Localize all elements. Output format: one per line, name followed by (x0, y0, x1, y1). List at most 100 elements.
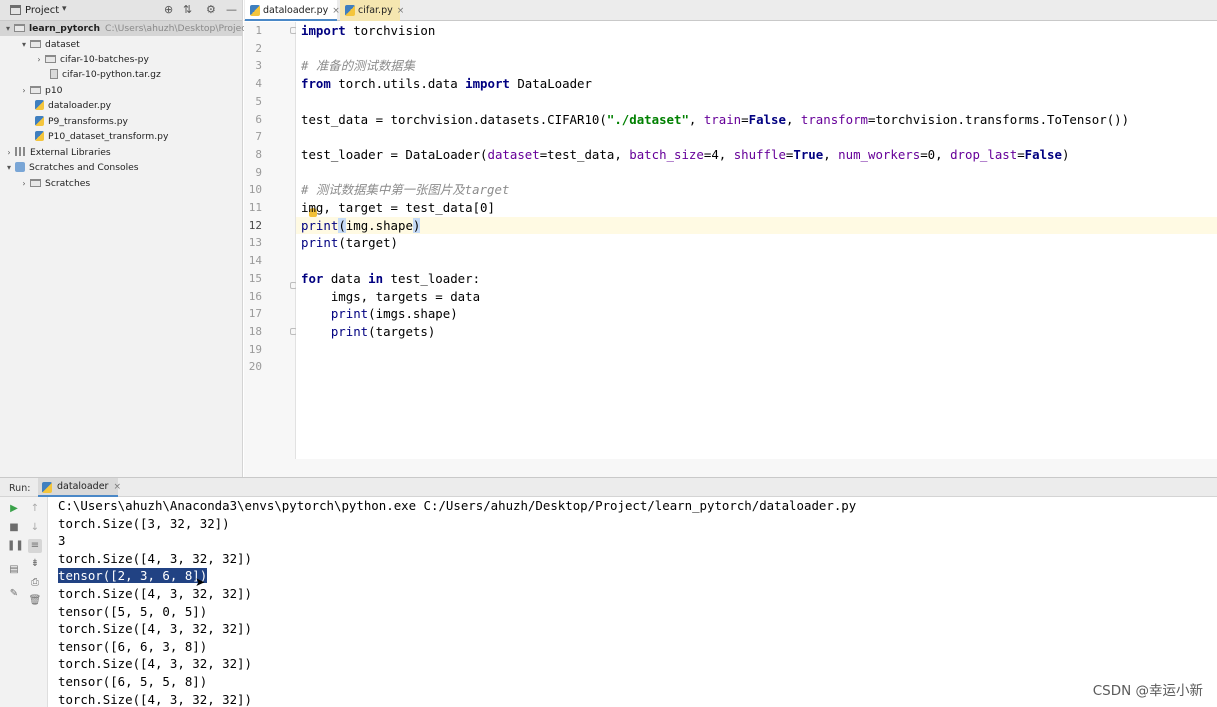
chevron-right-icon[interactable]: › (3, 145, 15, 160)
code-builtin: print (301, 217, 339, 233)
code-builtin: print (330, 306, 369, 322)
tab-label: cifar.py (358, 5, 393, 16)
code-token: imgs, targets = data (301, 288, 481, 304)
code-editor[interactable]: import torchvision # 准备的测试数据集 from torch… (296, 22, 1217, 459)
code-line-3: # 准备的测试数据集 (301, 57, 415, 74)
tree-item-label: Scratches and Consoles (29, 162, 139, 173)
tree-item-learn-pytorch[interactable]: ▾ learn_pytorch C:\Users\ahuzh\Desktop\Pro… (0, 21, 261, 36)
tree-item-label: P10_dataset_transform.py (48, 131, 169, 142)
code-param: drop_last (950, 146, 1018, 162)
print-icon[interactable]: ⎙ (28, 576, 42, 590)
selected-text[interactable]: tensor([2, 3, 6, 8]) (58, 568, 208, 584)
run-panel-header: Run: dataloader × (0, 477, 1217, 497)
python-file-icon (250, 5, 260, 16)
folder-icon (30, 86, 41, 94)
python-file-icon (345, 5, 355, 16)
chevron-right-icon[interactable]: › (33, 52, 45, 67)
code-token: from (301, 76, 331, 92)
chevron-right-icon[interactable]: › (18, 176, 30, 191)
arrow-up-icon[interactable]: ↑ (28, 502, 42, 516)
code-token: (targets) (368, 323, 436, 339)
line-number: 11 (248, 201, 262, 214)
folder-icon (45, 55, 56, 63)
arrow-down-icon[interactable]: ↓ (28, 521, 42, 535)
tree-item-dataset[interactable]: ▾ dataset (18, 37, 80, 52)
code-token: import (301, 23, 346, 38)
matched-brace: ) (412, 217, 421, 233)
project-view-selector[interactable]: Project (25, 5, 59, 16)
chevron-down-icon[interactable]: ▾ (3, 160, 15, 175)
code-token: import (465, 76, 510, 92)
scroll-to-end-icon[interactable]: ⇟ (28, 557, 42, 571)
chevron-right-icon[interactable]: › (18, 83, 30, 98)
run-tab-dataloader[interactable]: dataloader × (38, 478, 121, 497)
soft-wrap-icon[interactable]: ≡ (28, 539, 42, 553)
tree-item-p9-transforms-py[interactable]: P9_transforms.py (35, 114, 128, 129)
console-line: torch.Size([4, 3, 32, 32]) (58, 550, 252, 566)
console-line: tensor([6, 6, 3, 8]) (58, 638, 208, 654)
code-token: , (785, 111, 801, 127)
line-number: 8 (255, 147, 262, 161)
python-file-icon (42, 482, 52, 493)
code-token: = (741, 111, 749, 127)
console-line-selected[interactable]: tensor([2, 3, 6, 8]) (58, 567, 208, 585)
scratches-icon (15, 162, 25, 172)
tree-item-cifar-10-batches-py[interactable]: › cifar-10-batches-py (33, 52, 149, 67)
code-token: img.shape (345, 217, 413, 233)
rerun-icon[interactable]: ▶ (7, 502, 21, 516)
tree-item-p10[interactable]: › p10 (18, 83, 63, 98)
collapse-all-icon[interactable]: ⇅ (183, 4, 192, 16)
stop-icon[interactable]: ■ (7, 521, 21, 535)
gear-icon[interactable]: ⚙ (206, 4, 216, 16)
line-number: 16 (248, 289, 262, 303)
console-output[interactable]: C:\Users\ahuzh\Anaconda3\envs\pytorch\py… (49, 497, 1217, 707)
pause-icon[interactable]: ❚❚ (7, 539, 24, 553)
code-token: data (323, 270, 369, 286)
tree-item-label: dataset (45, 39, 80, 50)
locate-icon[interactable]: ⊕ (164, 4, 173, 16)
tree-item-label: p10 (45, 85, 63, 96)
folder-icon (14, 24, 25, 32)
line-number: 10 (248, 183, 262, 197)
code-line-13: print(target) (301, 234, 398, 251)
chevron-down-icon[interactable]: ▾ (18, 37, 30, 52)
line-number: 1 (255, 24, 262, 37)
code-token: = (1017, 146, 1025, 162)
code-token: , (688, 111, 704, 127)
hide-panel-icon[interactable]: — (226, 4, 237, 16)
line-number: 13 (248, 236, 262, 250)
line-number: 17 (248, 307, 262, 321)
console-line: tensor([5, 5, 0, 5]) (58, 603, 208, 619)
line-number: 18 (248, 324, 262, 338)
code-builtin: print (330, 323, 369, 339)
pin-icon[interactable]: ✎ (7, 587, 21, 601)
tab-dataloader-py[interactable]: dataloader.py × (245, 0, 340, 21)
tree-item-scratches[interactable]: › Scratches (18, 176, 90, 191)
chevron-down-icon[interactable]: ▾ (2, 21, 14, 36)
code-token: (imgs.shape) (368, 306, 458, 322)
close-icon[interactable]: × (332, 6, 340, 16)
code-line-6: test_data = torchvision.datasets.CIFAR10… (301, 111, 1129, 128)
tree-item-cifar-10-python-tar-gz[interactable]: cifar-10-python.tar.gz (50, 67, 161, 82)
tree-item-scratches-and-consoles[interactable]: ▾ Scratches and Consoles (3, 160, 139, 175)
chevron-down-icon[interactable]: ▾ (62, 4, 67, 14)
layout-icon[interactable]: ▤ (7, 563, 21, 577)
line-number: 2 (255, 41, 262, 55)
editor-tab-bar: dataloader.py × cifar.py × (244, 0, 1217, 21)
close-icon[interactable]: × (397, 6, 405, 16)
line-number: 6 (255, 112, 262, 126)
tree-item-label: External Libraries (30, 147, 111, 158)
tab-cifar-py[interactable]: cifar.py × (340, 0, 404, 21)
console-line: torch.Size([3, 32, 32]) (58, 515, 230, 531)
tree-item-p10-dataset-transform-py[interactable]: P10_dataset_transform.py (35, 129, 168, 144)
trash-icon[interactable]: 🗑 (28, 594, 42, 608)
tree-item-external-libraries[interactable]: › External Libraries (3, 145, 111, 160)
tree-item-dataloader-py[interactable]: dataloader.py (35, 98, 111, 113)
watermark: CSDN @幸运小新 (1092, 683, 1203, 699)
code-token: False (748, 111, 786, 127)
code-builtin: print (301, 235, 339, 251)
current-line-highlight (296, 217, 1217, 234)
close-icon[interactable]: × (113, 482, 121, 492)
run-tab-label: dataloader (57, 481, 109, 492)
line-number: 4 (255, 77, 262, 91)
